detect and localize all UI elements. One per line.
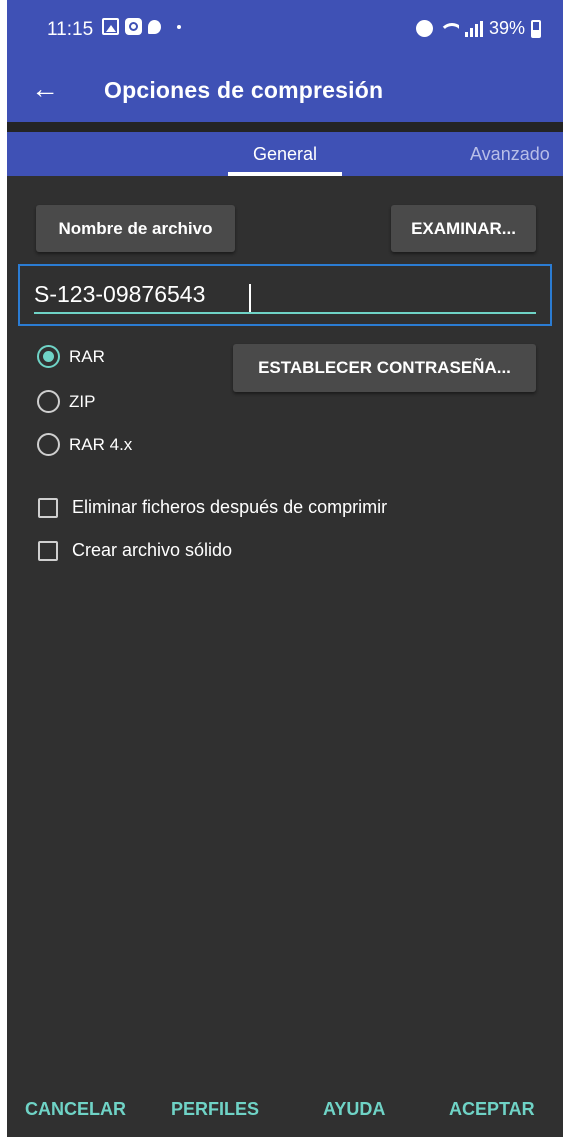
battery-percent: 39%	[488, 18, 525, 38]
app-icon	[125, 18, 142, 35]
checkbox-solid-archive[interactable]: Crear archivo sólido	[38, 540, 232, 561]
status-notification-icons	[102, 18, 181, 35]
status-bar: 11:15 39%	[7, 0, 563, 58]
status-system-icons: 39%	[415, 18, 541, 39]
checkbox-label-delete-after: Eliminar ficheros después de comprimir	[72, 497, 388, 517]
browse-button[interactable]: EXAMINAR...	[391, 205, 536, 252]
status-time: 11:15	[47, 19, 94, 40]
radio-unchecked-icon	[37, 433, 60, 456]
tab-general[interactable]: General	[228, 144, 342, 165]
profiles-button[interactable]: PERFILES	[171, 1099, 259, 1120]
radio-rar4[interactable]: RAR 4.x	[37, 433, 132, 456]
page-title: Opciones de compresión	[104, 77, 384, 103]
divider	[7, 122, 563, 132]
checkbox-label-solid-archive: Crear archivo sólido	[72, 540, 233, 560]
radio-label-rar: RAR	[69, 346, 105, 366]
chat-icon	[148, 19, 161, 34]
cancel-button[interactable]: CANCELAR	[25, 1099, 126, 1120]
back-arrow-icon[interactable]: ←	[27, 72, 63, 108]
text-cursor	[249, 284, 251, 312]
radio-zip[interactable]: ZIP	[37, 390, 95, 413]
radio-checked-icon	[37, 345, 60, 368]
filename-field-container	[18, 264, 552, 326]
alarm-icon	[415, 20, 433, 37]
checkbox-icon	[38, 497, 58, 518]
radio-unchecked-icon	[37, 390, 60, 413]
radio-label-zip: ZIP	[69, 391, 96, 411]
filename-input[interactable]	[34, 274, 536, 314]
checkbox-delete-after[interactable]: Eliminar ficheros después de comprimir	[38, 497, 387, 518]
app-bar: ← Opciones de compresión	[7, 58, 563, 122]
dot-icon	[177, 24, 181, 29]
tab-indicator	[228, 172, 342, 176]
image-icon	[102, 18, 119, 35]
radio-rar[interactable]: RAR	[37, 345, 105, 368]
set-password-button[interactable]: ESTABLECER CONTRASEÑA...	[233, 344, 536, 392]
filename-button[interactable]: Nombre de archivo	[36, 205, 235, 252]
checkbox-icon	[38, 540, 58, 561]
signal-icon	[464, 20, 483, 37]
help-button[interactable]: AYUDA	[323, 1099, 385, 1120]
tab-advanced[interactable]: Avanzado	[470, 144, 550, 165]
radio-label-rar4: RAR 4.x	[69, 434, 133, 454]
compression-options-screen: 11:15 39% ← Opciones de compresión Gener…	[7, 0, 563, 1137]
wifi-icon	[438, 21, 459, 37]
accept-button[interactable]: ACEPTAR	[449, 1099, 535, 1120]
tab-bar: General Avanzado	[7, 132, 563, 176]
battery-icon	[531, 19, 541, 38]
